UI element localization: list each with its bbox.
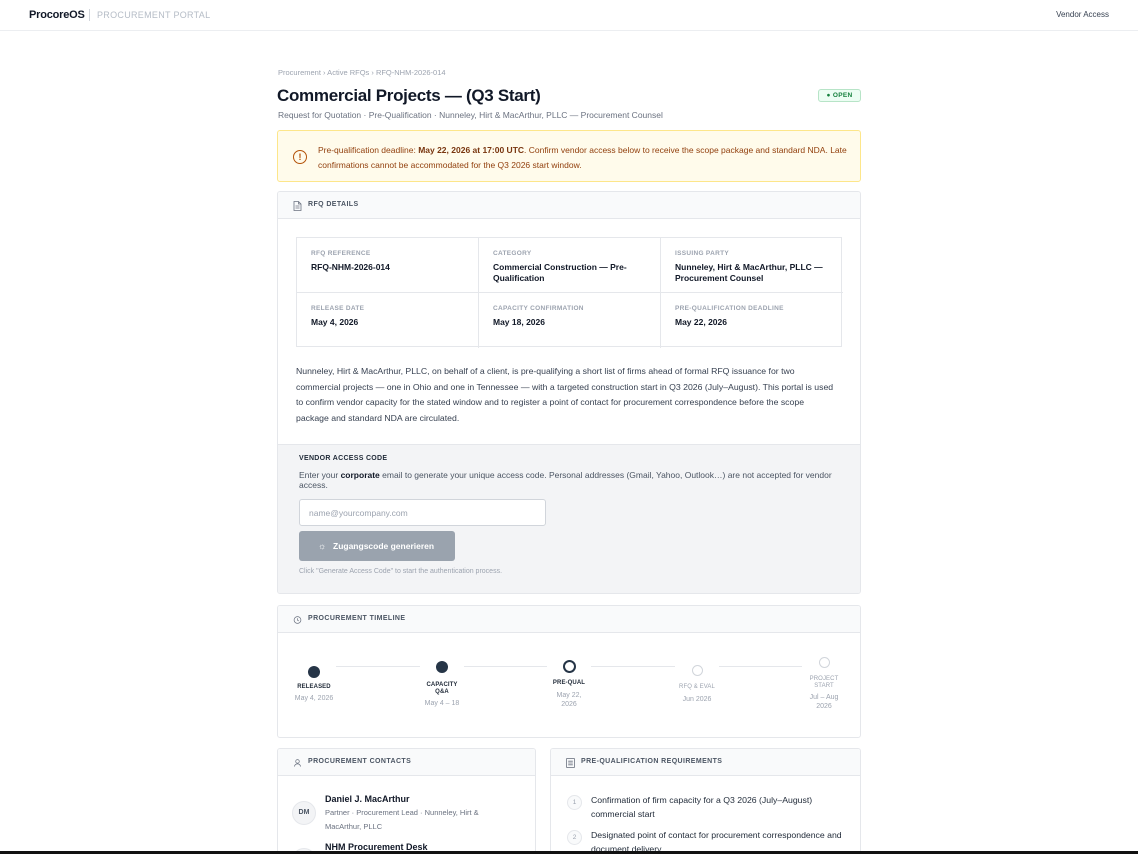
help-suffix: email to generate your unique access cod…: [299, 470, 832, 490]
timeline-dot-upcoming: [691, 665, 703, 676]
timeline-step-label: RFQ & EVAL: [679, 684, 715, 690]
rfq-details-card: RFQ DETAILS RFQ REFERENCE RFQ-NHM-2026-0…: [277, 191, 861, 594]
timeline-dot-done: [308, 666, 320, 678]
portal-label: PROCUREMENT PORTAL: [97, 10, 211, 20]
timeline-header: PROCUREMENT TIMELINE: [278, 606, 860, 633]
procurement-timeline-card: PROCUREMENT TIMELINE RELEASED May 4, 2026…: [277, 605, 861, 738]
contacts-header: PROCUREMENT CONTACTS: [278, 749, 535, 776]
generate-access-code-button[interactable]: ☼ Zugangscode generieren: [299, 531, 455, 561]
detail-label: RELEASE DATE: [311, 305, 365, 312]
rfq-details-grid: RFQ REFERENCE RFQ-NHM-2026-014 CATEGORY …: [296, 237, 843, 348]
vendor-access-help: Enter your corporate email to generate y…: [299, 470, 844, 490]
requirement-number: 1: [567, 795, 582, 810]
timeline-step-label: PRE-QUAL: [552, 680, 586, 686]
timeline-step-date: May 4, 2026: [294, 695, 334, 702]
timeline-step-label: RELEASED: [297, 684, 331, 690]
detail-label: ISSUING PARTY: [675, 250, 729, 257]
rfq-details-title: RFQ DETAILS: [308, 201, 359, 208]
top-navigation-bar: ProcoreOS PROCUREMENT PORTAL Vendor Acce…: [0, 0, 1138, 31]
timeline-step-date: May 4 – 18: [424, 700, 460, 707]
contact-role: Partner · Procurement Lead · Nunneley, H…: [325, 808, 479, 831]
detail-cell-capacity-confirmation: CAPACITY CONFIRMATION May 18, 2026: [479, 293, 661, 348]
page-subtitle: Request for Quotation · Pre-Qualificatio…: [278, 110, 663, 120]
breadcrumb[interactable]: Procurement › Active RFQs › RFQ-NHM-2026…: [278, 68, 446, 77]
detail-value: RFQ-NHM-2026-014: [311, 262, 390, 272]
avatar: DM: [292, 801, 316, 825]
rfq-description: Nunneley, Hirt & MacArthur, PLLC, on beh…: [296, 366, 834, 423]
deadline-alert: ! Pre-qualification deadline: May 22, 20…: [277, 130, 861, 182]
procurement-contacts-card: PROCUREMENT CONTACTS DM Daniel J. MacArt…: [277, 748, 536, 854]
alert-deadline: May 22, 2026 at 17:00 UTC: [418, 145, 525, 155]
page-title: Commercial Projects — (Q3 Start): [277, 86, 541, 105]
status-badge: ● OPEN: [818, 89, 861, 102]
detail-value: May 18, 2026: [493, 317, 545, 327]
sun-icon: ☼: [318, 541, 327, 551]
detail-cell-rfq-reference: RFQ REFERENCE RFQ-NHM-2026-014: [297, 238, 479, 293]
requirements-header: PRE-QUALIFICATION REQUIREMENTS: [551, 749, 860, 776]
brand-divider: [89, 9, 90, 21]
vendor-access-link[interactable]: Vendor Access: [1056, 10, 1109, 19]
prequalification-requirements-card: PRE-QUALIFICATION REQUIREMENTS 1 Confirm…: [550, 748, 861, 854]
timeline-step-label: PROJECT START: [809, 676, 839, 689]
timeline-connector: [336, 666, 420, 667]
corporate-email-input[interactable]: [299, 499, 546, 526]
timeline-connector: [591, 666, 675, 667]
brand-logo[interactable]: ProcoreOS: [29, 9, 85, 21]
person-icon: [294, 759, 301, 767]
timeline-dot-upcoming: [818, 657, 830, 668]
detail-cell-prequal-deadline: PRE-QUALIFICATION DEADLINE May 22, 2026: [661, 293, 843, 348]
timeline-step-date: Jul – Aug 2026: [809, 694, 839, 710]
requirement-text: Confirmation of firm capacity for a Q3 2…: [591, 795, 813, 819]
detail-value: Nunneley, Hirt & MacArthur, PLLC — Procu…: [675, 262, 823, 283]
requirements-title: PRE-QUALIFICATION REQUIREMENTS: [581, 758, 723, 765]
document-icon: [293, 201, 302, 211]
timeline-dot-done: [436, 661, 448, 673]
timeline-title: PROCUREMENT TIMELINE: [308, 615, 406, 622]
detail-cell-release-date: RELEASE DATE May 4, 2026: [297, 293, 479, 348]
contacts-title: PROCUREMENT CONTACTS: [308, 758, 412, 765]
help-prefix: Enter your: [299, 470, 341, 480]
detail-value: May 4, 2026: [311, 317, 359, 327]
rfq-details-header: RFQ DETAILS: [278, 192, 860, 219]
detail-label: PRE-QUALIFICATION DEADLINE: [675, 305, 784, 312]
list-icon: [566, 758, 575, 768]
timeline-dot-current: [562, 660, 576, 673]
detail-label: RFQ REFERENCE: [311, 250, 371, 257]
detail-label: CAPACITY CONFIRMATION: [493, 305, 584, 312]
access-hint: Click "Generate Access Code" to start th…: [299, 568, 503, 575]
timeline-step-date: Jun 2026: [682, 696, 712, 703]
generate-button-label: Zugangscode generieren: [333, 541, 435, 551]
requirement-number: 2: [567, 830, 582, 845]
exclamation-circle-icon: !: [293, 150, 307, 164]
vendor-access-title: VENDOR ACCESS CODE: [299, 455, 388, 462]
alert-message: Pre-qualification deadline: May 22, 2026…: [318, 143, 848, 173]
detail-value: Commercial Construction — Pre-Qualificat…: [493, 262, 627, 283]
detail-cell-issuing-party: ISSUING PARTY Nunneley, Hirt & MacArthur…: [661, 238, 843, 293]
contact-name[interactable]: Daniel J. MacArthur: [325, 794, 410, 804]
help-bold: corporate: [340, 470, 380, 480]
timeline-connector: [464, 666, 547, 667]
timeline-connector: [719, 666, 802, 667]
detail-value: May 22, 2026: [675, 317, 727, 327]
timeline-step-date: May 22, 2026: [556, 692, 582, 708]
timeline-step-label: CAPACITY Q&A: [426, 682, 458, 695]
vendor-access-section: VENDOR ACCESS CODE Enter your corporate …: [278, 444, 860, 593]
clock-icon: [293, 616, 302, 624]
alert-prefix: Pre-qualification deadline:: [318, 145, 419, 155]
detail-cell-category: CATEGORY Commercial Construction — Pre-Q…: [479, 238, 661, 293]
detail-label: CATEGORY: [493, 250, 532, 257]
